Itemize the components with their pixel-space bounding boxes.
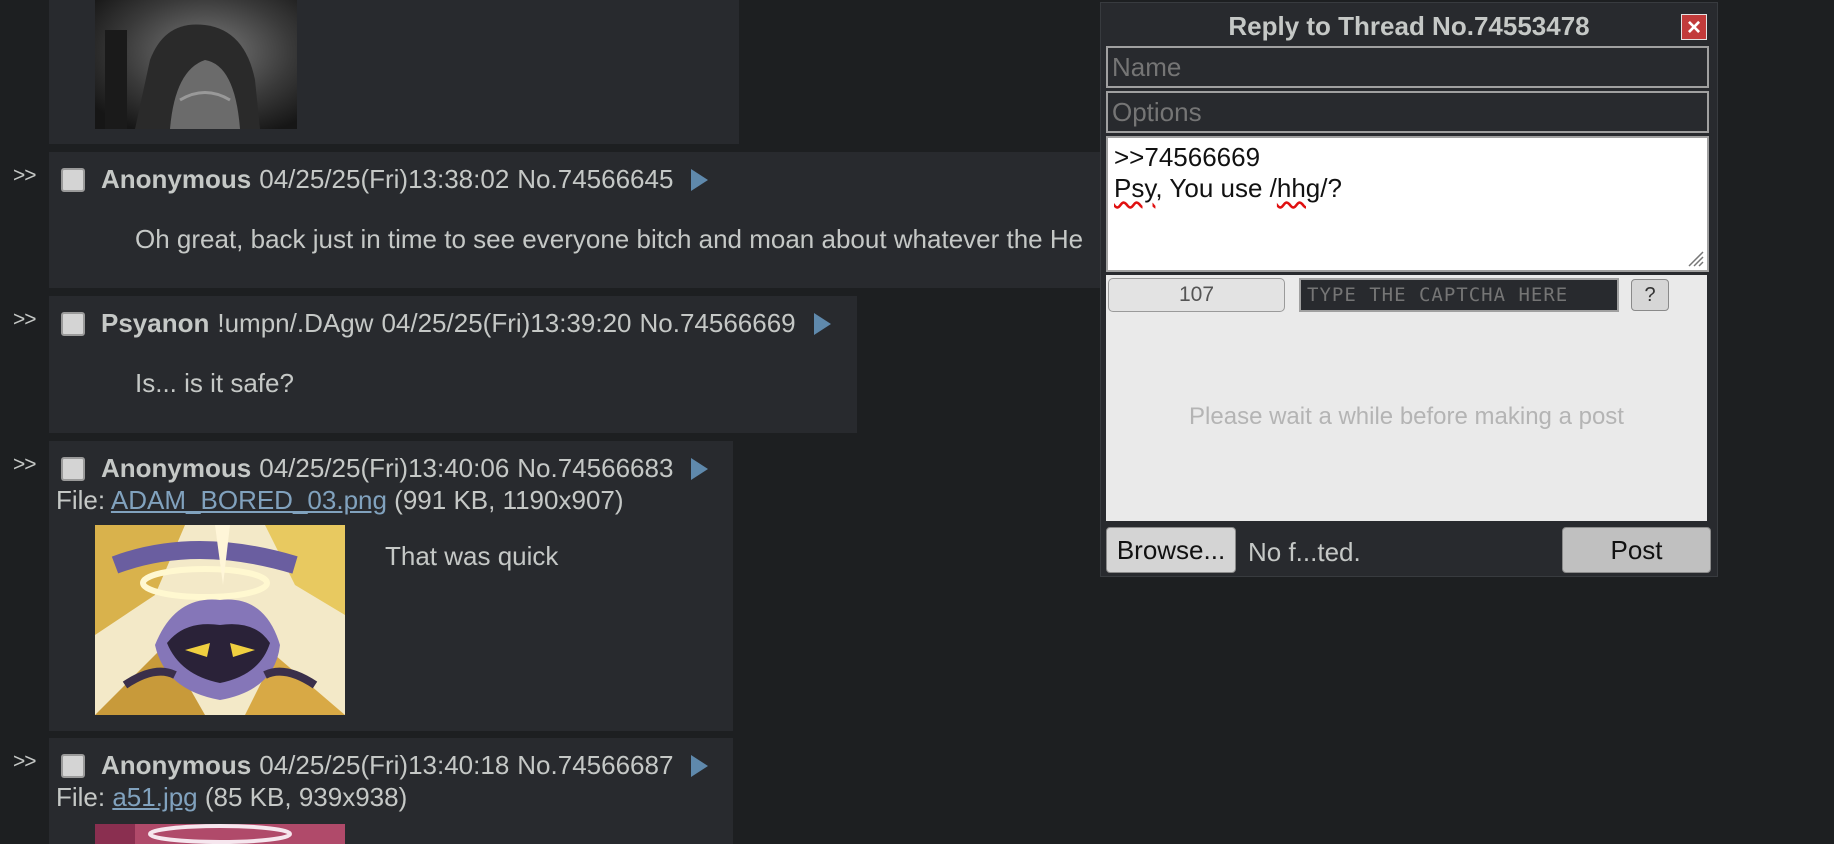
quick-reply-form: Reply to Thread No.74553478 × >>74566669… [1100, 2, 1718, 577]
poster-name: Anonymous [101, 453, 252, 483]
post-date: 04/25/25(Fri)13:39:20 [381, 308, 632, 338]
post-header: Anonymous 04/25/25(Fri)13:40:18 No.74566… [61, 750, 709, 781]
comment-line: Psy, You use /hhg/? [1114, 173, 1701, 204]
captcha-container: 107 ? Please wait a while before making … [1106, 275, 1707, 521]
comment-word-misspelled: Psy [1114, 173, 1156, 203]
post-number-link[interactable]: No.74566683 [517, 453, 673, 484]
side-arrows: >> [13, 453, 37, 476]
post-select-checkbox[interactable] [61, 311, 85, 336]
post-number-link[interactable]: No.74566687 [517, 750, 673, 781]
post-number-link[interactable]: No.74566669 [640, 308, 796, 339]
side-arrows: >> [13, 164, 37, 187]
file-link[interactable]: ADAM_BORED_03.png [111, 485, 387, 515]
file-meta: (85 KB, 939x938) [197, 782, 408, 812]
file-label: File: [56, 485, 111, 515]
post-header: Anonymous 04/25/25(Fri)13:38:02 No.74566… [61, 164, 709, 195]
post-thumbnail[interactable] [95, 525, 345, 715]
post-menu-icon[interactable] [691, 168, 709, 191]
file-label: File: [56, 782, 113, 812]
file-info: File: a51.jpg (85 KB, 939x938) [56, 782, 407, 813]
comment-text: /? [1320, 173, 1342, 203]
post-container: Anonymous 04/25/25(Fri)13:40:06 No.74566… [49, 441, 733, 731]
captcha-help-button[interactable]: ? [1631, 279, 1669, 311]
comment-text: , You use / [1155, 173, 1277, 203]
post-menu-icon[interactable] [691, 754, 709, 777]
name-input[interactable] [1106, 46, 1709, 88]
captcha-input[interactable] [1299, 278, 1619, 312]
captcha-wait-message: Please wait a while before making a post [1189, 403, 1624, 430]
side-arrows: >> [13, 750, 37, 773]
post-header: Anonymous 04/25/25(Fri)13:40:06 No.74566… [61, 453, 709, 484]
post-message: Oh great, back just in time to see every… [135, 224, 1084, 254]
poster-name: Psyanon [101, 308, 210, 338]
comment-line: >>74566669 [1114, 142, 1261, 172]
file-info: File: ADAM_BORED_03.png (991 KB, 1190x90… [56, 485, 624, 516]
post-message: That was quick [385, 541, 559, 571]
file-meta: (991 KB, 1190x907) [386, 485, 624, 515]
partial-post [49, 0, 739, 144]
post-select-checkbox[interactable] [61, 167, 85, 192]
post-menu-icon[interactable] [813, 312, 831, 335]
poster-name: Anonymous [101, 750, 252, 780]
side-arrows: >> [13, 308, 37, 331]
post-date: 04/25/25(Fri)13:40:18 [259, 750, 510, 780]
post-container: Anonymous 04/25/25(Fri)13:38:02 No.74566… [49, 152, 1100, 288]
browse-file-button[interactable]: Browse... [1106, 527, 1236, 573]
resize-grip-icon[interactable] [1686, 249, 1704, 267]
comment-textarea[interactable]: >>74566669 Psy, You use /hhg/? [1106, 136, 1709, 272]
post-thumbnail[interactable] [95, 0, 297, 129]
poster-tripcode: !umpn/.DAgw [217, 308, 374, 338]
post-number-link[interactable]: No.74566645 [517, 164, 673, 195]
file-link[interactable]: a51.jpg [112, 782, 197, 812]
post-date: 04/25/25(Fri)13:38:02 [259, 164, 510, 194]
close-icon[interactable]: × [1681, 14, 1707, 41]
post-message: Is... is it safe? [135, 368, 294, 398]
post-container: Psyanon !umpn/.DAgw 04/25/25(Fri)13:39:2… [49, 296, 857, 433]
post-submit-button[interactable]: Post [1562, 527, 1711, 573]
post-date: 04/25/25(Fri)13:40:06 [259, 453, 510, 483]
post-container: Anonymous 04/25/25(Fri)13:40:18 No.74566… [49, 738, 733, 844]
post-header: Psyanon !umpn/.DAgw 04/25/25(Fri)13:39:2… [61, 308, 831, 339]
post-select-checkbox[interactable] [61, 753, 85, 778]
thread-page: >> Anonymous 04/25/25(Fri)13:38:02 No.74… [0, 0, 1834, 844]
file-status-text: No f...ted. [1248, 537, 1361, 567]
post-thumbnail[interactable] [95, 822, 345, 844]
options-input[interactable] [1106, 91, 1709, 133]
captcha-get-button[interactable]: 107 [1108, 278, 1285, 312]
quick-reply-title[interactable]: Reply to Thread No.74553478 [1101, 11, 1717, 42]
post-menu-icon[interactable] [691, 457, 709, 480]
post-select-checkbox[interactable] [61, 456, 85, 481]
comment-word-misspelled: hhg [1276, 173, 1321, 203]
poster-name: Anonymous [101, 164, 252, 194]
